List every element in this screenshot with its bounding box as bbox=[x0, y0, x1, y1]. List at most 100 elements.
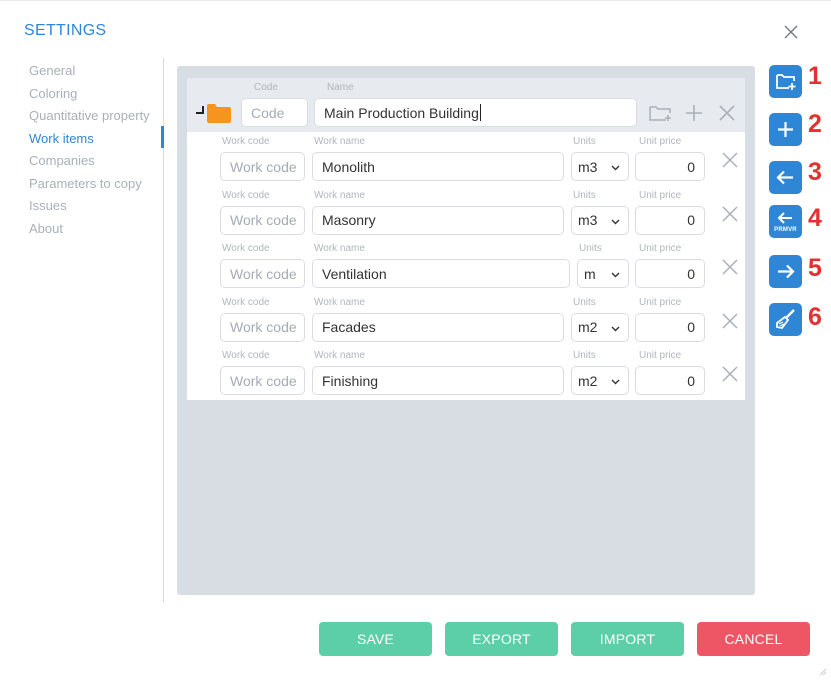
annotation-number: 5 bbox=[808, 254, 822, 282]
units-select[interactable]: m3 bbox=[571, 152, 629, 181]
unit-price-label: Unit price bbox=[639, 189, 682, 201]
work-code-label: Work code bbox=[222, 136, 270, 147]
arrow-right-icon bbox=[778, 264, 795, 279]
work-item-row: Work code Work name Units Unit price Wor… bbox=[187, 346, 745, 400]
group-code-input[interactable]: Code bbox=[241, 98, 308, 127]
units-select[interactable]: m2 bbox=[571, 312, 629, 342]
name-label: Name bbox=[327, 82, 354, 93]
work-items-panel: Code Name Code Main Production Building … bbox=[177, 66, 755, 595]
sidebar-item-issues[interactable]: Issues bbox=[29, 195, 164, 218]
add-folder-icon bbox=[776, 74, 796, 90]
work-item-row: Work code Work name Units Unit price Wor… bbox=[187, 186, 745, 240]
add-subfolder-icon[interactable] bbox=[649, 104, 675, 127]
work-code-label: Work code bbox=[222, 243, 270, 254]
arrow-left-icon bbox=[776, 170, 793, 185]
work-name-input[interactable]: Facades bbox=[312, 312, 564, 342]
active-item-marker bbox=[161, 126, 164, 148]
collapse-corner-icon[interactable] bbox=[196, 106, 204, 114]
work-item-row: Work code Work name Units Unit price Wor… bbox=[187, 132, 745, 186]
work-items-list: Work code Work name Units Unit price Wor… bbox=[187, 132, 745, 400]
text-cursor bbox=[479, 104, 481, 121]
units-value: m3 bbox=[578, 158, 598, 175]
delete-row-icon[interactable] bbox=[722, 259, 738, 280]
delete-row-icon[interactable] bbox=[722, 366, 738, 387]
annotation-number: 3 bbox=[808, 158, 822, 186]
unit-price-input[interactable]: 0 bbox=[635, 259, 705, 288]
save-button[interactable]: SAVE bbox=[319, 622, 432, 656]
work-code-label: Work code bbox=[222, 350, 270, 361]
add-item-icon[interactable] bbox=[685, 104, 703, 127]
sidebar-item-general[interactable]: General bbox=[29, 60, 164, 83]
export-button[interactable]: EXPORT bbox=[445, 622, 558, 656]
work-name-label: Work name bbox=[314, 350, 365, 361]
sidebar-nav: General Coloring Quantitative property W… bbox=[29, 60, 164, 240]
add-folder-button[interactable] bbox=[769, 65, 802, 98]
work-item-row: Work code Work name Units Unit price Wor… bbox=[187, 293, 745, 347]
units-label: Units bbox=[573, 350, 596, 361]
units-value: m2 bbox=[578, 372, 598, 389]
delete-row-icon[interactable] bbox=[722, 152, 738, 173]
units-label: Units bbox=[573, 189, 596, 201]
delete-group-icon[interactable] bbox=[719, 105, 735, 126]
sidebar-item-about[interactable]: About bbox=[29, 218, 164, 241]
resize-grip-icon[interactable] bbox=[817, 663, 827, 676]
work-group-header: Code Name Code Main Production Building bbox=[187, 78, 745, 132]
arrow-left-prmvr-icon bbox=[777, 212, 792, 224]
work-item-row: Work code Work name Units Unit price Wor… bbox=[187, 239, 745, 293]
units-select[interactable]: m bbox=[577, 259, 629, 288]
brush-icon bbox=[776, 309, 795, 329]
work-name-label: Work name bbox=[314, 189, 365, 201]
chevron-down-icon bbox=[611, 272, 620, 278]
delete-row-icon[interactable] bbox=[722, 312, 738, 334]
sidebar-item-coloring[interactable]: Coloring bbox=[29, 83, 164, 106]
work-name-input[interactable]: Monolith bbox=[312, 152, 564, 181]
work-code-label: Work code bbox=[222, 189, 270, 201]
work-code-input[interactable]: Work code bbox=[220, 312, 305, 342]
work-code-input[interactable]: Work code bbox=[220, 366, 305, 395]
work-code-input[interactable]: Work code bbox=[220, 259, 305, 288]
top-border bbox=[0, 0, 831, 1]
group-name-input[interactable]: Main Production Building bbox=[314, 98, 637, 127]
work-name-input[interactable]: Masonry bbox=[312, 205, 564, 235]
work-name-input[interactable]: Ventilation bbox=[312, 259, 570, 288]
move-left-button[interactable] bbox=[769, 161, 802, 194]
plus-icon bbox=[778, 122, 793, 137]
delete-row-icon[interactable] bbox=[722, 205, 738, 227]
import-button[interactable]: IMPORT bbox=[571, 622, 684, 656]
clear-brush-button[interactable] bbox=[769, 303, 802, 336]
unit-price-input[interactable]: 0 bbox=[635, 312, 705, 342]
add-item-button[interactable] bbox=[769, 113, 802, 146]
unit-price-label: Unit price bbox=[639, 350, 682, 361]
units-select[interactable]: m2 bbox=[571, 366, 629, 395]
work-name-label: Work name bbox=[314, 136, 365, 147]
unit-price-input[interactable]: 0 bbox=[635, 152, 705, 181]
unit-price-input[interactable]: 0 bbox=[635, 366, 705, 395]
move-right-button[interactable] bbox=[769, 255, 802, 288]
chevron-down-icon bbox=[611, 326, 620, 331]
group-name-value: Main Production Building bbox=[324, 104, 479, 121]
sidebar-item-parameters-to-copy[interactable]: Parameters to copy bbox=[29, 173, 164, 196]
chevron-down-icon bbox=[611, 379, 620, 385]
units-value: m2 bbox=[578, 319, 598, 335]
units-select[interactable]: m3 bbox=[571, 205, 629, 235]
cancel-button[interactable]: CANCEL bbox=[697, 622, 810, 656]
work-name-label: Work name bbox=[314, 243, 365, 254]
chevron-down-icon bbox=[611, 165, 620, 171]
dialog-title: SETTINGS bbox=[24, 22, 107, 39]
annotation-number: 2 bbox=[808, 110, 822, 138]
units-label: Units bbox=[573, 136, 596, 147]
move-left-prmvr-button[interactable]: PRMVR bbox=[769, 205, 802, 238]
unit-price-input[interactable]: 0 bbox=[635, 205, 705, 235]
sidebar-item-companies[interactable]: Companies bbox=[29, 150, 164, 173]
sidebar-item-quantitative-property[interactable]: Quantitative property bbox=[29, 105, 164, 128]
chevron-down-icon bbox=[611, 219, 620, 224]
work-code-input[interactable]: Work code bbox=[220, 205, 305, 235]
units-label: Units bbox=[573, 296, 596, 308]
work-name-input[interactable]: Finishing bbox=[312, 366, 564, 395]
unit-price-label: Unit price bbox=[639, 243, 682, 254]
work-code-label: Work code bbox=[222, 296, 270, 308]
close-icon[interactable] bbox=[783, 24, 799, 40]
sidebar-item-work-items[interactable]: Work items bbox=[29, 128, 164, 151]
units-value: m bbox=[584, 265, 596, 282]
work-code-input[interactable]: Work code bbox=[220, 152, 305, 181]
